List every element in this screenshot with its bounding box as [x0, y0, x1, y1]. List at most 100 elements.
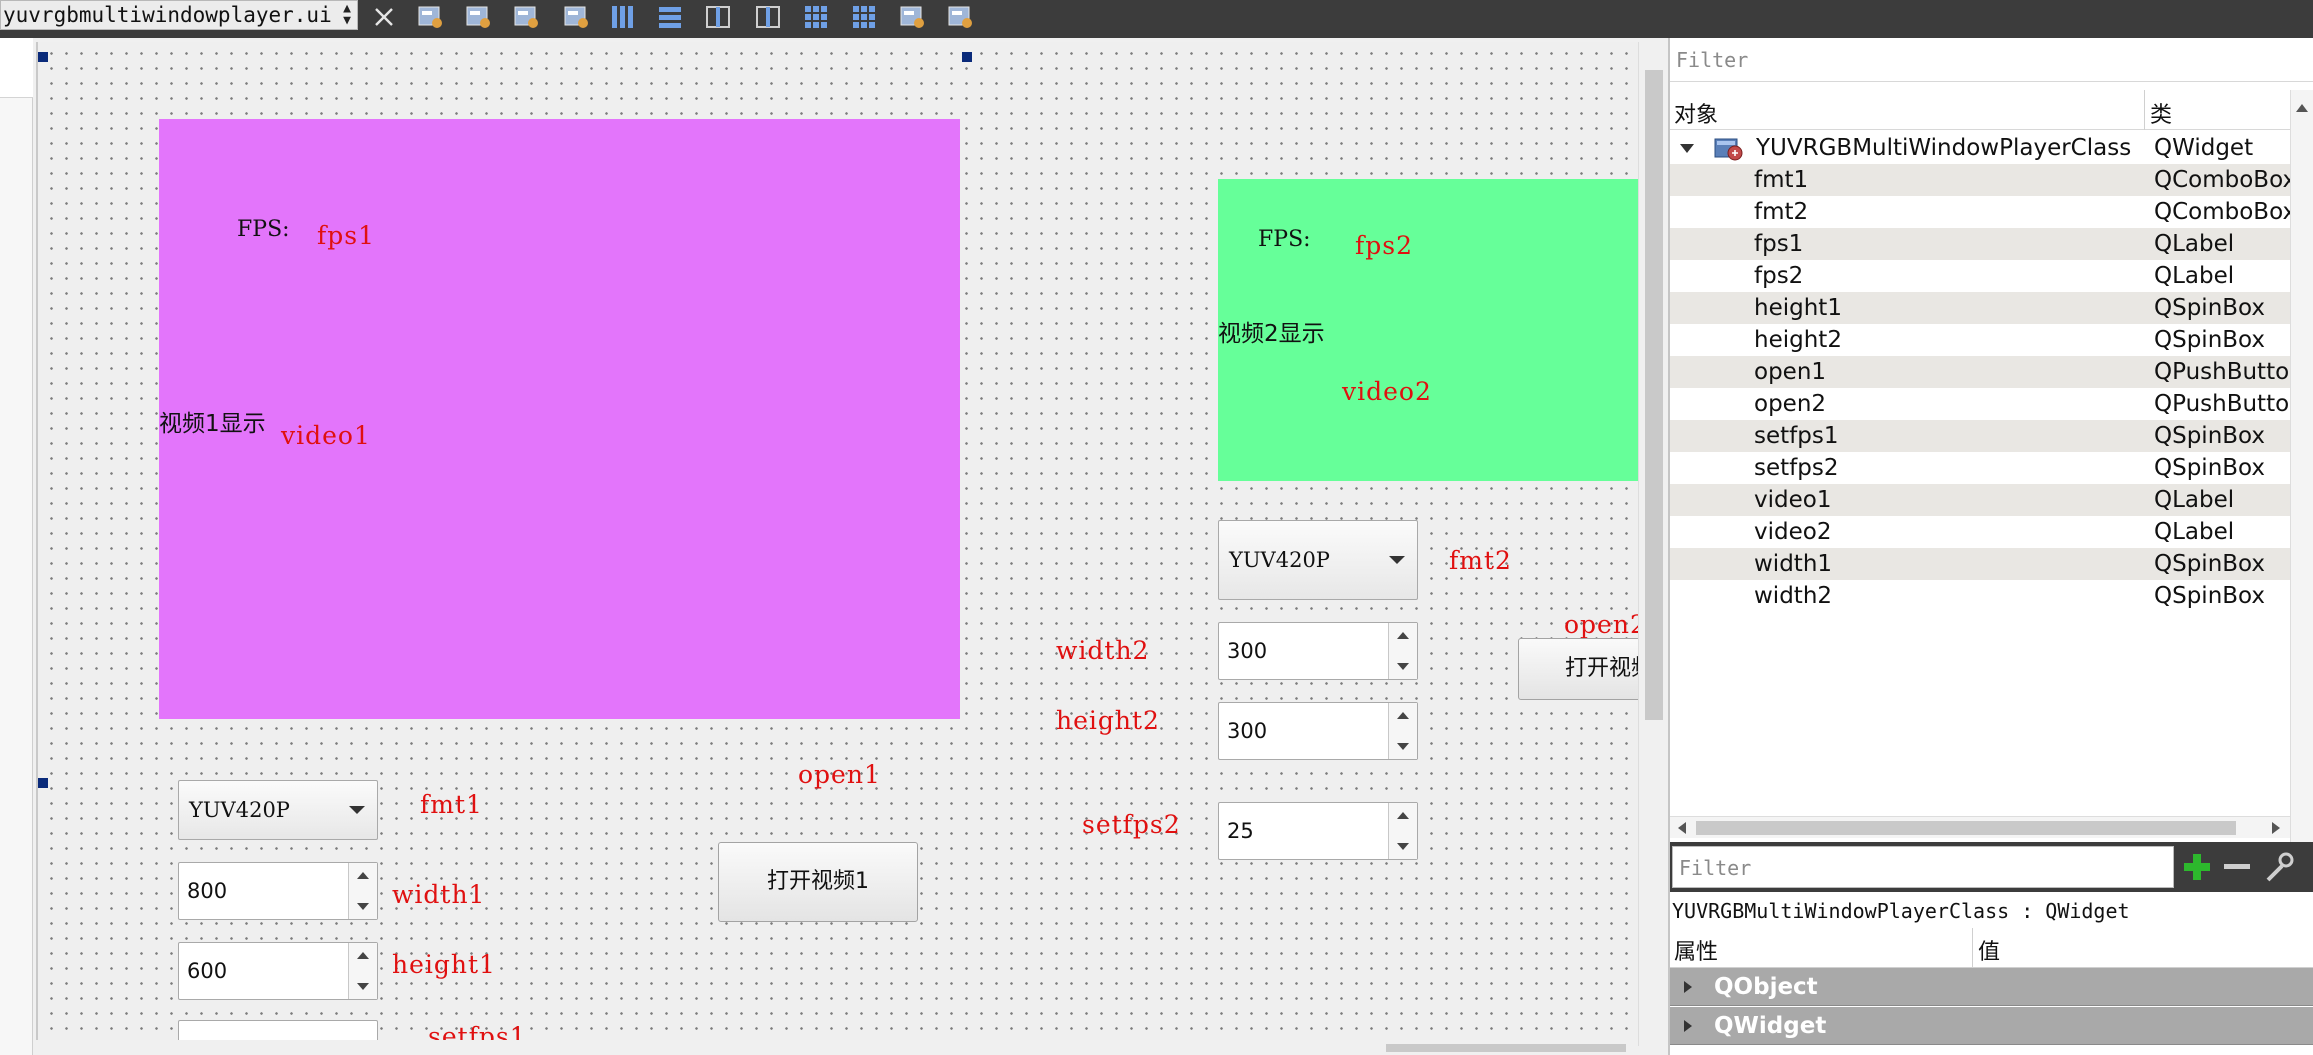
- edit-buddies-icon[interactable]: [510, 2, 542, 32]
- edit-tab-order-icon[interactable]: [560, 2, 592, 32]
- spin-down-icon[interactable]: [1397, 843, 1409, 850]
- layout-horizontal-icon[interactable]: [606, 2, 638, 32]
- add-property-icon[interactable]: [2180, 850, 2214, 884]
- object-tree-row[interactable]: fmt1 QComboBox: [1670, 164, 2290, 196]
- spin-up-icon[interactable]: [357, 952, 369, 959]
- spin-buttons[interactable]: [348, 863, 377, 919]
- object-tree-row[interactable]: fps1 QLabel: [1670, 228, 2290, 260]
- object-filter-input[interactable]: Filter: [1670, 38, 2313, 82]
- scroll-thumb[interactable]: [1645, 70, 1663, 720]
- spin-down-icon[interactable]: [1397, 663, 1409, 670]
- scroll-thumb[interactable]: [1386, 1044, 1626, 1052]
- object-tree-row[interactable]: open1 QPushButton: [1670, 356, 2290, 388]
- property-filter-input[interactable]: Filter: [1672, 846, 2174, 888]
- open-video1-button[interactable]: 打开视频1: [718, 842, 918, 922]
- object-class: QComboBox: [2154, 167, 2290, 193]
- canvas-vertical-scrollbar[interactable]: [1638, 42, 1668, 1046]
- expand-arrow-icon[interactable]: [1684, 981, 1692, 993]
- scroll-left-icon[interactable]: [1678, 822, 1686, 834]
- object-tree-header: 对象 类: [1670, 90, 2313, 130]
- edit-signals-slots-icon[interactable]: [462, 2, 494, 32]
- scroll-thumb[interactable]: [1696, 821, 2236, 835]
- spin-up-icon[interactable]: [1397, 712, 1409, 719]
- fmt1-combo[interactable]: YUV420P: [178, 780, 378, 840]
- height2-spinbox[interactable]: 300: [1218, 702, 1418, 760]
- column-object[interactable]: 对象: [1674, 97, 1718, 129]
- object-tree-row[interactable]: video1 QLabel: [1670, 484, 2290, 516]
- video1-caption: 视频1显示: [159, 411, 266, 437]
- width1-value: 800: [187, 879, 228, 903]
- column-value[interactable]: 值: [1978, 934, 2000, 966]
- video2-display[interactable]: FPS: fps2 视频2显示 video2: [1218, 179, 1638, 481]
- width2-spinbox[interactable]: 300: [1218, 622, 1418, 680]
- fmt1-label: fmt1: [420, 790, 483, 819]
- column-property[interactable]: 属性: [1674, 934, 1718, 966]
- column-class[interactable]: 类: [2150, 97, 2172, 129]
- object-tree-row[interactable]: height2 QSpinBox: [1670, 324, 2290, 356]
- object-name: setfps2: [1754, 455, 1839, 481]
- layout-grid-icon[interactable]: [848, 2, 880, 32]
- object-class: QSpinBox: [2154, 295, 2266, 321]
- property-object-title: YUVRGBMultiWindowPlayerClass : QWidget: [1670, 894, 2313, 928]
- break-layout-icon[interactable]: [896, 2, 928, 32]
- spin-down-icon[interactable]: [357, 903, 369, 910]
- height1-spinbox[interactable]: 600: [178, 942, 378, 1000]
- selection-handle[interactable]: [38, 52, 48, 62]
- adjust-size-icon[interactable]: [944, 2, 976, 32]
- spin-up-icon[interactable]: [1397, 812, 1409, 819]
- object-tree-row[interactable]: fps2 QLabel: [1670, 260, 2290, 292]
- fps1-caption: FPS:: [237, 217, 290, 242]
- spin-buttons[interactable]: [348, 943, 377, 999]
- fmt2-value: YUV420P: [1229, 548, 1330, 572]
- width1-spinbox[interactable]: 800: [178, 862, 378, 920]
- object-tree-row[interactable]: video2 QLabel: [1670, 516, 2290, 548]
- fps2-label: fps2: [1355, 231, 1413, 260]
- object-tree-row[interactable]: setfps2 QSpinBox: [1670, 452, 2290, 484]
- width2-label: width2: [1056, 636, 1150, 665]
- tree-horizontal-scrollbar[interactable]: [1670, 816, 2290, 838]
- object-tree-row[interactable]: open2 QPushButton: [1670, 388, 2290, 420]
- object-class: QSpinBox: [2154, 551, 2266, 577]
- remove-property-icon[interactable]: [2220, 850, 2254, 884]
- open-video2-button[interactable]: 打开视频2: [1518, 638, 1638, 700]
- tree-root-row[interactable]: YUVRGBMultiWindowPlayerClass QWidget: [1670, 132, 2290, 164]
- edit-widgets-icon[interactable]: [414, 2, 446, 32]
- fmt2-combo[interactable]: YUV420P: [1218, 520, 1418, 600]
- object-class: QComboBox: [2154, 199, 2290, 225]
- object-tree-row[interactable]: height1 QSpinBox: [1670, 292, 2290, 324]
- open-file-selector[interactable]: yuvrgbmultiwindowplayer.ui ▲ ▼: [0, 0, 358, 30]
- collapse-arrow-icon[interactable]: [1680, 144, 1694, 153]
- selection-handle[interactable]: [38, 778, 48, 788]
- layout-vertical-splitter-icon[interactable]: [752, 2, 784, 32]
- fmt1-value: YUV420P: [189, 798, 290, 822]
- scroll-up-icon[interactable]: [2296, 104, 2308, 112]
- layout-vertical-icon[interactable]: [654, 2, 686, 32]
- close-icon[interactable]: [368, 2, 400, 32]
- video1-display[interactable]: FPS: fps1 视频1显示 video1: [159, 119, 960, 719]
- object-tree-row[interactable]: width1 QSpinBox: [1670, 548, 2290, 580]
- object-name: fmt1: [1754, 167, 1809, 193]
- spin-up-icon[interactable]: [357, 872, 369, 879]
- object-tree-row[interactable]: fmt2 QComboBox: [1670, 196, 2290, 228]
- spin-down-icon[interactable]: [357, 983, 369, 990]
- tree-vertical-scrollbar[interactable]: [2290, 90, 2313, 890]
- spin-buttons[interactable]: [1388, 703, 1417, 759]
- expand-arrow-icon[interactable]: [1684, 1020, 1692, 1032]
- property-group-qobject[interactable]: QObject: [1670, 968, 2313, 1006]
- property-group-qwidget[interactable]: QWidget: [1670, 1007, 2313, 1045]
- form-canvas[interactable]: FPS: fps1 视频1显示 video1 FPS: fps2 视频2显示 v…: [36, 42, 1638, 1046]
- object-tree-row[interactable]: width2 QSpinBox: [1670, 580, 2290, 612]
- selection-handle[interactable]: [962, 52, 972, 62]
- spin-buttons[interactable]: [1388, 623, 1417, 679]
- spin-up-icon[interactable]: [1397, 632, 1409, 639]
- layout-horizontal-splitter-icon[interactable]: [702, 2, 734, 32]
- object-tree-row[interactable]: setfps1 QSpinBox: [1670, 420, 2290, 452]
- height1-label: height1: [392, 950, 496, 979]
- spin-buttons[interactable]: [1388, 803, 1417, 859]
- scroll-right-icon[interactable]: [2272, 822, 2280, 834]
- layout-form-icon[interactable]: [800, 2, 832, 32]
- configure-wrench-icon[interactable]: [2262, 850, 2296, 884]
- spin-down-icon[interactable]: [1397, 743, 1409, 750]
- canvas-horizontal-scrollbar[interactable]: [36, 1040, 1638, 1055]
- setfps2-spinbox[interactable]: 25: [1218, 802, 1418, 860]
